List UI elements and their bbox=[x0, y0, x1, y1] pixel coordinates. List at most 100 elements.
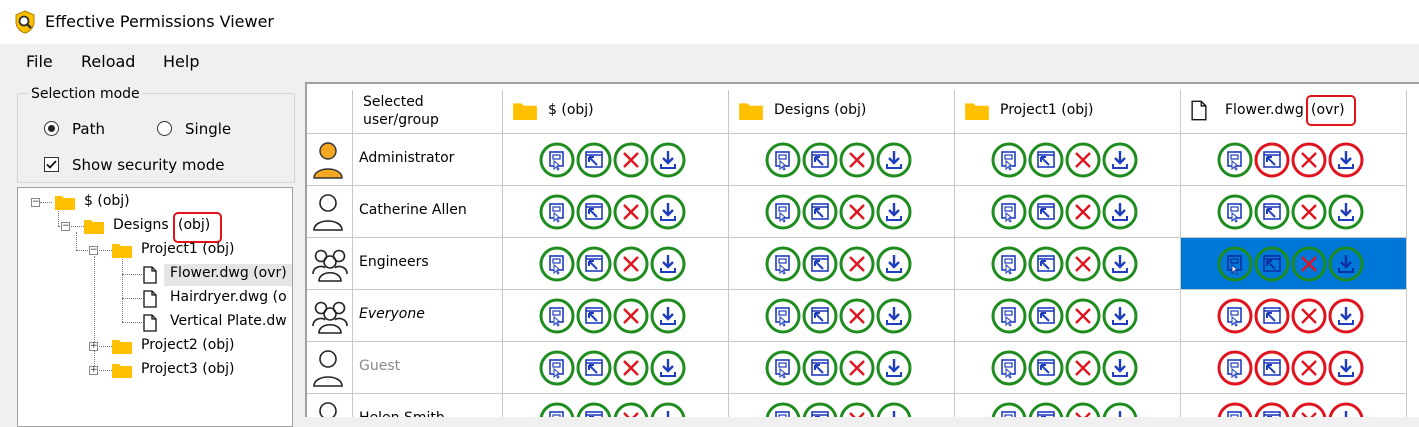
delete-icon bbox=[1065, 298, 1101, 334]
permission-cell[interactable] bbox=[955, 134, 1181, 186]
tree-item-root[interactable]: $ (obj) bbox=[84, 193, 130, 209]
admin-user-icon bbox=[313, 142, 343, 179]
permission-cell[interactable] bbox=[503, 394, 729, 417]
permission-icon-group bbox=[991, 194, 1151, 230]
permission-cell[interactable] bbox=[955, 238, 1181, 290]
expand-project2-toggle[interactable]: + bbox=[89, 342, 98, 351]
permission-icon-group bbox=[765, 142, 925, 178]
column-header-root[interactable]: $ (obj) bbox=[503, 90, 729, 134]
title-bar: Effective Permissions Viewer bbox=[0, 0, 1419, 44]
user-name-cell[interactable]: Catherine Allen bbox=[353, 186, 503, 238]
permission-cell[interactable] bbox=[1181, 186, 1407, 238]
collapse-root-toggle[interactable]: − bbox=[31, 198, 40, 207]
write-icon bbox=[1028, 298, 1064, 334]
tree-item-designs[interactable]: Designs bbox=[113, 217, 169, 233]
user-icon bbox=[319, 402, 337, 417]
user-name-cell[interactable]: Everyone bbox=[353, 290, 503, 342]
menu-help[interactable]: Help bbox=[163, 52, 199, 71]
user-name-cell[interactable]: Helen Smith bbox=[353, 394, 503, 417]
permission-cell[interactable] bbox=[1181, 134, 1407, 186]
column-header-project1[interactable]: Project1 (obj) bbox=[955, 90, 1181, 134]
permission-cell[interactable] bbox=[955, 342, 1181, 394]
write-icon bbox=[802, 350, 838, 386]
read-icon bbox=[539, 350, 575, 386]
show-security-label[interactable]: Show security mode bbox=[72, 156, 224, 174]
permission-icon-group bbox=[539, 246, 699, 282]
path-radio[interactable] bbox=[44, 121, 59, 136]
permission-cell[interactable] bbox=[503, 186, 729, 238]
permission-cell[interactable] bbox=[503, 290, 729, 342]
permission-cell[interactable] bbox=[503, 342, 729, 394]
tree-item-hairdryer[interactable]: Hairdryer.dwg (o bbox=[170, 289, 287, 305]
download-icon bbox=[876, 194, 912, 230]
permission-cell[interactable] bbox=[955, 394, 1181, 417]
permission-cell[interactable] bbox=[503, 238, 729, 290]
write-icon bbox=[576, 350, 612, 386]
tree-item-project2[interactable]: Project2 (obj) bbox=[141, 337, 235, 353]
delete-icon bbox=[613, 246, 649, 282]
selection-mode-legend: Selection mode bbox=[28, 86, 143, 102]
menu-file[interactable]: File bbox=[26, 52, 53, 71]
delete-icon bbox=[1065, 246, 1101, 282]
single-radio[interactable] bbox=[157, 121, 172, 136]
delete-icon bbox=[1291, 350, 1327, 386]
folder-icon bbox=[739, 103, 763, 120]
permission-cell[interactable] bbox=[729, 186, 955, 238]
tree-item-project1[interactable]: Project1 (obj) bbox=[141, 241, 235, 257]
show-security-checkbox[interactable] bbox=[44, 157, 59, 172]
download-icon bbox=[650, 298, 686, 334]
read-icon bbox=[991, 246, 1027, 282]
collapse-designs-toggle[interactable]: − bbox=[61, 222, 70, 231]
write-icon bbox=[1254, 402, 1290, 417]
menu-reload[interactable]: Reload bbox=[81, 52, 135, 71]
read-icon bbox=[1217, 350, 1253, 386]
folder-tree[interactable]: − $ (obj) − Designs (obj) − Project1 (ob… bbox=[17, 187, 293, 427]
permission-cell[interactable] bbox=[1181, 238, 1407, 290]
read-icon bbox=[991, 350, 1027, 386]
permission-cell[interactable] bbox=[729, 394, 955, 417]
download-icon bbox=[1328, 402, 1364, 417]
write-icon bbox=[576, 142, 612, 178]
single-radio-label[interactable]: Single bbox=[185, 120, 231, 138]
row-header-corner bbox=[307, 90, 353, 134]
write-icon bbox=[1028, 350, 1064, 386]
download-icon bbox=[876, 298, 912, 334]
permission-cell[interactable] bbox=[1181, 342, 1407, 394]
permission-cell[interactable] bbox=[729, 134, 955, 186]
delete-icon bbox=[1065, 402, 1101, 417]
delete-icon bbox=[1291, 246, 1327, 282]
write-icon bbox=[1254, 350, 1290, 386]
permission-cell[interactable] bbox=[729, 342, 955, 394]
download-icon bbox=[1102, 350, 1138, 386]
write-icon bbox=[1028, 142, 1064, 178]
column-header-designs[interactable]: Designs (obj) bbox=[729, 90, 955, 134]
user-name-cell[interactable]: Guest bbox=[353, 342, 503, 394]
tree-item-vertical-plate[interactable]: Vertical Plate.dw bbox=[170, 313, 287, 329]
row-avatar-cell bbox=[307, 134, 353, 186]
permission-cell[interactable] bbox=[503, 134, 729, 186]
permission-cell[interactable] bbox=[729, 238, 955, 290]
folder-icon bbox=[112, 340, 132, 354]
group-icon bbox=[312, 249, 348, 282]
user-name-cell[interactable]: Engineers bbox=[353, 238, 503, 290]
permission-cell[interactable] bbox=[729, 290, 955, 342]
tree-item-flower[interactable]: Flower.dwg (ovr) bbox=[170, 265, 287, 281]
permission-cell[interactable] bbox=[955, 186, 1181, 238]
tree-item-project3[interactable]: Project3 (obj) bbox=[141, 361, 235, 377]
expand-project3-toggle[interactable]: + bbox=[89, 366, 98, 375]
user-name-cell[interactable]: Administrator bbox=[353, 134, 503, 186]
column-header-user-label: Selected user/group bbox=[363, 94, 439, 128]
path-radio-label[interactable]: Path bbox=[72, 120, 105, 138]
write-icon bbox=[802, 402, 838, 417]
delete-icon bbox=[839, 246, 875, 282]
column-header-user[interactable]: Selected user/group bbox=[353, 90, 503, 134]
column-header-flower[interactable]: Flower.dwg (ovr) bbox=[1181, 90, 1407, 134]
delete-icon bbox=[1065, 194, 1101, 230]
file-icon bbox=[1191, 100, 1207, 121]
permission-cell[interactable] bbox=[1181, 290, 1407, 342]
permission-cell[interactable] bbox=[955, 290, 1181, 342]
collapse-project1-toggle[interactable]: − bbox=[89, 246, 98, 255]
download-icon bbox=[876, 142, 912, 178]
write-icon bbox=[802, 298, 838, 334]
permission-cell[interactable] bbox=[1181, 394, 1407, 417]
